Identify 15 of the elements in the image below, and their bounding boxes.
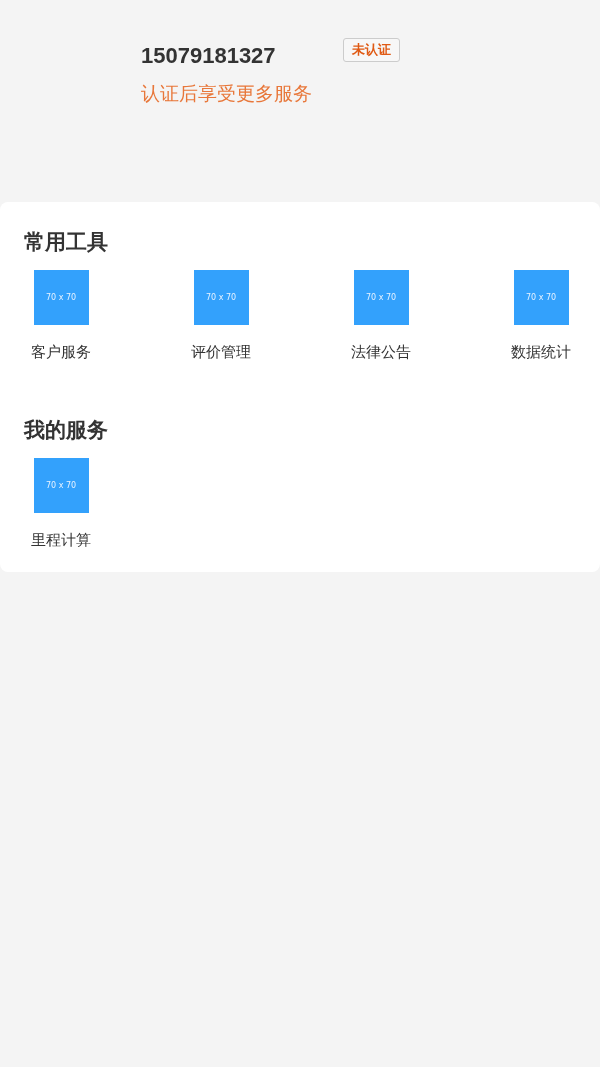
phone-number: 15079181327 bbox=[141, 43, 277, 69]
image-size-text: 70 x 70 bbox=[45, 481, 77, 490]
verification-hint: 认证后享受更多服务 bbox=[141, 81, 313, 106]
service-label[interactable]: 数据统计 bbox=[511, 343, 571, 362]
verification-badge: 未认证 bbox=[343, 38, 400, 62]
service-label[interactable]: 客户服务 bbox=[31, 343, 91, 362]
image-size-text: 70 x 70 bbox=[525, 293, 557, 302]
section-title: 常用工具 bbox=[23, 229, 109, 256]
section-title: 我的服务 bbox=[22, 417, 109, 444]
service-label[interactable]: 法律公告 bbox=[351, 343, 411, 362]
image-size-text: 70 x 70 bbox=[365, 293, 397, 302]
service-label[interactable]: 评价管理 bbox=[191, 343, 251, 362]
image-size-text: 70 x 70 bbox=[205, 293, 237, 302]
service-label[interactable]: 里程计算 bbox=[31, 531, 91, 550]
image-size-text: 70 x 70 bbox=[45, 293, 77, 302]
